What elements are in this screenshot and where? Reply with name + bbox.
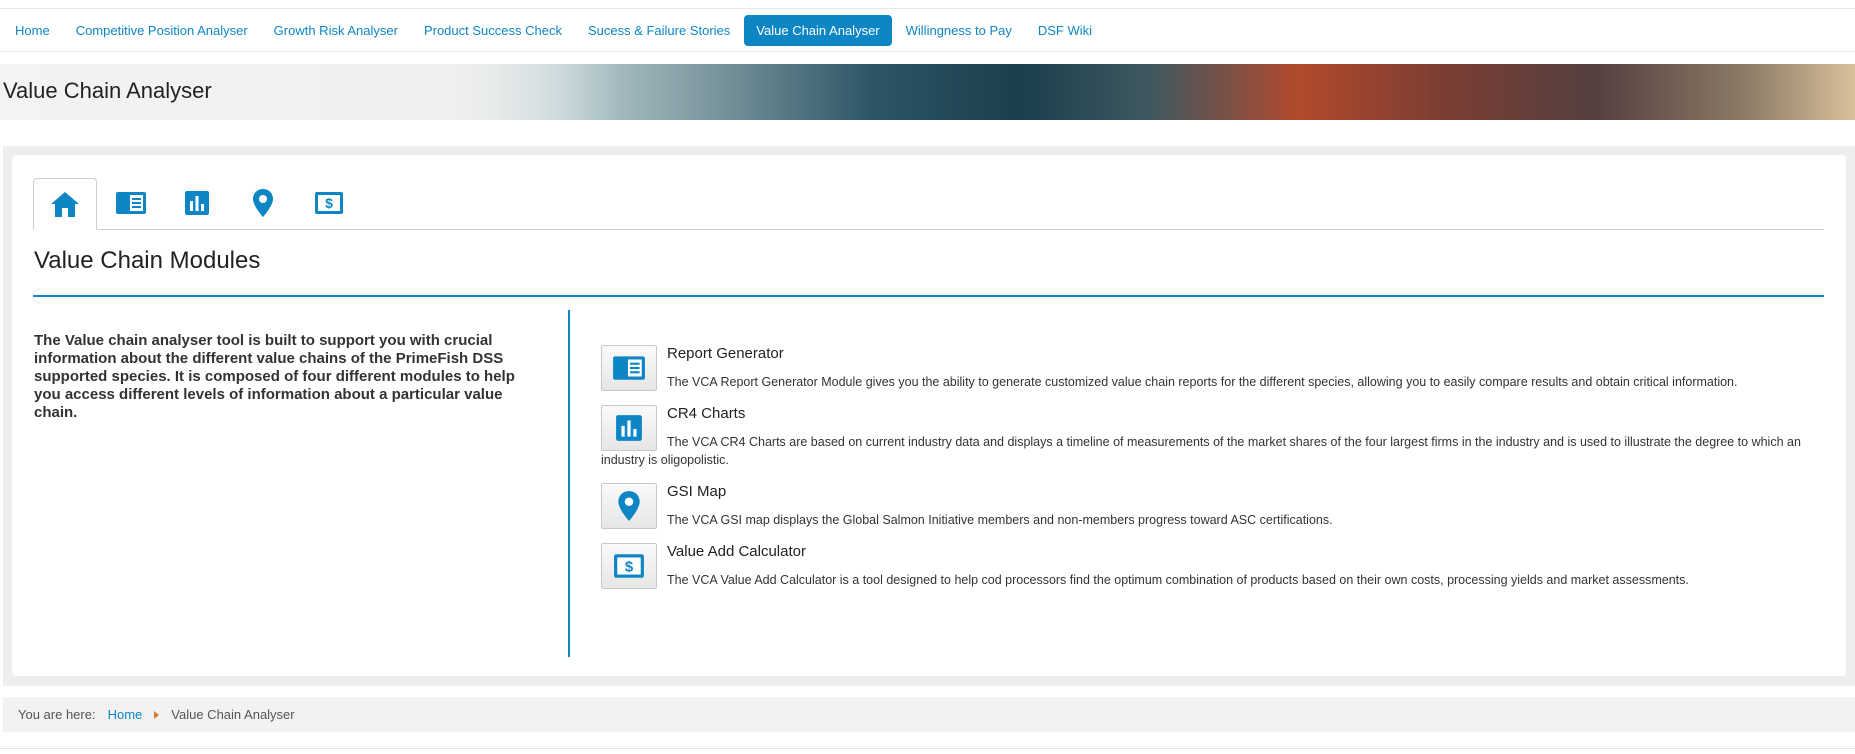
nav-item-willingness-to-pay[interactable]: Willingness to Pay xyxy=(894,15,1024,46)
module-value-add-calculator: $ Value Add Calculator The VCA Value Add… xyxy=(601,543,1826,589)
report-generator-button[interactable] xyxy=(601,345,657,391)
value-add-calculator-button[interactable]: $ xyxy=(601,543,657,589)
nav-item-dsf-wiki[interactable]: DSF Wiki xyxy=(1026,15,1104,46)
report-icon xyxy=(613,356,645,380)
tab-report-generator[interactable] xyxy=(99,177,163,229)
top-nav: Home Competitive Position Analyser Growt… xyxy=(0,8,1855,52)
page-title: Value Chain Analyser xyxy=(3,78,212,103)
breadcrumb-home-link[interactable]: Home xyxy=(108,707,143,722)
breadcrumb: You are here: Home Value Chain Analyser xyxy=(3,697,1855,732)
map-pin-icon xyxy=(253,189,273,217)
tab-gsi-map[interactable] xyxy=(231,177,295,229)
tab-cr4-charts[interactable] xyxy=(165,177,229,229)
nav-item-value-chain-analyser[interactable]: Value Chain Analyser xyxy=(744,14,892,46)
module-title: Report Generator xyxy=(667,345,784,362)
home-icon xyxy=(51,192,79,217)
module-description: The VCA GSI map displays the Global Salm… xyxy=(667,513,1333,527)
map-pin-icon xyxy=(618,491,640,521)
module-title: GSI Map xyxy=(667,483,727,500)
svg-text:$: $ xyxy=(625,558,634,575)
dollar-icon: $ xyxy=(315,192,343,214)
module-list: Report Generator The VCA Report Generato… xyxy=(601,345,1826,603)
gsi-map-button[interactable] xyxy=(601,483,657,529)
module-description: The VCA Report Generator Module gives yo… xyxy=(667,375,1738,389)
module-cr4-charts: CR4 Charts The VCA CR4 Charts are based … xyxy=(601,405,1826,469)
report-icon xyxy=(116,192,146,214)
svg-text:$: $ xyxy=(325,195,333,211)
module-description: The VCA CR4 Charts are based on current … xyxy=(601,435,1801,467)
breadcrumb-current: Value Chain Analyser xyxy=(171,707,295,722)
dollar-icon: $ xyxy=(614,554,644,578)
nav-item-home[interactable]: Home xyxy=(3,15,62,46)
module-report-generator: Report Generator The VCA Report Generato… xyxy=(601,345,1826,391)
tab-home[interactable] xyxy=(33,178,97,230)
breadcrumb-separator-icon xyxy=(154,710,160,719)
breadcrumb-label: You are here: xyxy=(18,707,96,722)
nav-item-success-failure-stories[interactable]: Sucess & Failure Stories xyxy=(576,15,742,46)
nav-item-growth-risk-analyser[interactable]: Growth Risk Analyser xyxy=(262,15,410,46)
cr4-charts-button[interactable] xyxy=(601,405,657,451)
intro-text: The Value chain analyser tool is built t… xyxy=(34,332,515,421)
modules-heading: Value Chain Modules xyxy=(34,247,261,274)
nav-list: Home Competitive Position Analyser Growt… xyxy=(0,9,1855,51)
column-divider xyxy=(568,310,570,657)
nav-item-competitive-position-analyser[interactable]: Competitive Position Analyser xyxy=(64,15,260,46)
content-card: $ Value Chain Modules The Value chain an… xyxy=(12,155,1846,676)
bar-chart-icon xyxy=(616,415,642,441)
footer-divider xyxy=(0,748,1855,749)
page-banner: Value Chain Analyser xyxy=(0,64,1855,120)
content-wrapper: $ Value Chain Modules The Value chain an… xyxy=(3,146,1855,686)
module-title: CR4 Charts xyxy=(667,405,746,422)
heading-divider xyxy=(33,295,1824,297)
module-title: Value Add Calculator xyxy=(667,543,806,560)
module-gsi-map: GSI Map The VCA GSI map displays the Glo… xyxy=(601,483,1826,529)
module-tabs: $ xyxy=(33,177,1824,230)
tab-value-add-calculator[interactable]: $ xyxy=(297,177,361,229)
module-description: The VCA Value Add Calculator is a tool d… xyxy=(667,573,1689,587)
nav-item-product-success-check[interactable]: Product Success Check xyxy=(412,15,574,46)
bar-chart-icon xyxy=(185,191,209,215)
